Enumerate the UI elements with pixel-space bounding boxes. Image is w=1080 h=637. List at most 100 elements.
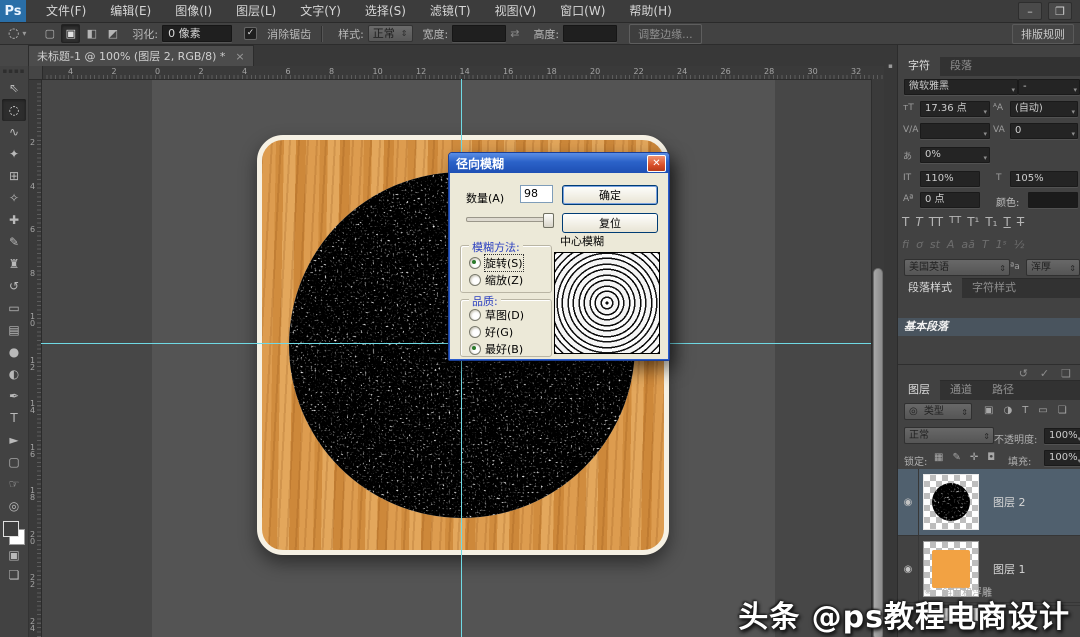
eyedropper-tool[interactable]: ✧ bbox=[2, 187, 26, 209]
apply-checkmark-icon[interactable]: ✓ bbox=[1040, 367, 1049, 380]
quality-best-option[interactable]: 最好(B) bbox=[469, 341, 523, 357]
horizontal-scale-input[interactable]: 105% bbox=[1010, 171, 1078, 187]
proportional-spacing-input[interactable]: 0%▾ bbox=[920, 147, 990, 163]
color-swatches[interactable] bbox=[3, 521, 25, 545]
layer-filter-select[interactable]: ◎ 类型 ⇕ bbox=[904, 403, 972, 420]
shape-tool[interactable]: ▢ bbox=[2, 451, 26, 473]
lock-transparent-icon[interactable]: ▦ bbox=[934, 452, 943, 463]
opentype-button-1[interactable]: ơ bbox=[916, 238, 923, 251]
radio-icon[interactable] bbox=[469, 309, 481, 321]
swap-dimensions-icon[interactable]: ⇄ bbox=[510, 27, 519, 40]
workspace-button[interactable]: 排版规则 bbox=[1012, 24, 1074, 44]
scrollbar-thumb[interactable] bbox=[873, 268, 883, 637]
tab-layers[interactable]: 图层 bbox=[898, 379, 940, 400]
blur-tool[interactable]: ● bbox=[2, 341, 26, 363]
reset-button[interactable]: 复位 bbox=[562, 213, 658, 233]
menu-item-2[interactable]: 图像(I) bbox=[163, 0, 224, 22]
opentype-button-2[interactable]: st bbox=[930, 238, 940, 251]
radio-icon[interactable] bbox=[469, 326, 481, 338]
blur-center-preview[interactable] bbox=[554, 252, 660, 354]
radio-selected-icon[interactable] bbox=[469, 257, 481, 269]
height-input[interactable] bbox=[563, 25, 617, 42]
menu-item-5[interactable]: 选择(S) bbox=[353, 0, 418, 22]
tab-character-styles[interactable]: 字符样式 bbox=[962, 277, 1026, 298]
add-selection-icon[interactable]: ▣ bbox=[61, 24, 80, 43]
gradient-tool[interactable]: ▤ bbox=[2, 319, 26, 341]
intersect-selection-icon[interactable]: ◩ bbox=[103, 24, 122, 43]
restore-button[interactable]: ❐ bbox=[1048, 2, 1072, 20]
opentype-button-5[interactable]: T bbox=[982, 238, 989, 251]
top-ruler[interactable]: 4202468101214161820222426283032 bbox=[28, 66, 884, 80]
font-style-select[interactable]: -▾ bbox=[1018, 79, 1080, 95]
type-style-button-3[interactable]: TT bbox=[949, 215, 961, 229]
dodge-tool[interactable]: ◐ bbox=[2, 363, 26, 385]
document-tab[interactable]: 未标题-1 @ 100% (图层 2, RGB/8) * × bbox=[28, 45, 254, 66]
type-style-button-2[interactable]: TT bbox=[929, 215, 943, 229]
tool-preset-picker[interactable]: ◌ ▾ bbox=[8, 26, 26, 41]
menu-item-7[interactable]: 视图(V) bbox=[483, 0, 549, 22]
leading-input[interactable]: (自动)▾ bbox=[1010, 101, 1078, 117]
method-zoom-option[interactable]: 缩放(Z) bbox=[469, 272, 523, 288]
brush-tool[interactable]: ✎ bbox=[2, 231, 26, 253]
type-style-button-6[interactable]: T bbox=[1003, 215, 1010, 229]
crop-tool[interactable]: ⊞ bbox=[2, 165, 26, 187]
healing-brush-tool[interactable]: ✚ bbox=[2, 209, 26, 231]
lock-all-icon[interactable]: ◘ bbox=[987, 452, 995, 463]
opentype-button-0[interactable]: fi bbox=[902, 238, 909, 251]
tracking-input[interactable]: 0▾ bbox=[1010, 123, 1078, 139]
opacity-input[interactable]: 100%▾ bbox=[1044, 428, 1080, 444]
blend-mode-select[interactable]: 正常⇕ bbox=[904, 427, 994, 444]
width-input[interactable] bbox=[452, 25, 506, 42]
pen-tool[interactable]: ✒ bbox=[2, 385, 26, 407]
path-selection-tool[interactable]: ► bbox=[2, 429, 26, 451]
radio-icon[interactable] bbox=[469, 274, 481, 286]
quality-draft-option[interactable]: 草图(D) bbox=[469, 307, 524, 323]
opentype-button-7[interactable]: ½ bbox=[1014, 238, 1025, 251]
ok-button[interactable]: 确定 bbox=[562, 185, 658, 205]
antialias-select[interactable]: 浑厚⇕ bbox=[1026, 259, 1080, 276]
new-style-icon[interactable]: ❏ bbox=[1061, 367, 1071, 380]
close-tab-icon[interactable]: × bbox=[235, 50, 244, 63]
opentype-button-3[interactable]: A bbox=[947, 238, 955, 251]
language-select[interactable]: 美国英语⇕ bbox=[904, 259, 1010, 276]
quick-selection-tool[interactable]: ✦ bbox=[2, 143, 26, 165]
panel-grip[interactable]: ▪▪▪▪ bbox=[3, 67, 26, 75]
history-brush-tool[interactable]: ↺ bbox=[2, 275, 26, 297]
lock-pixels-icon[interactable]: ✎ bbox=[952, 452, 960, 463]
pixel-layer-filter-icon[interactable]: ▣ bbox=[984, 405, 993, 416]
quality-good-option[interactable]: 好(G) bbox=[469, 324, 513, 340]
amount-input[interactable]: 98 bbox=[520, 185, 553, 203]
eraser-tool[interactable]: ▭ bbox=[2, 297, 26, 319]
adjustment-layer-filter-icon[interactable]: ◑ bbox=[1003, 405, 1012, 416]
menu-item-3[interactable]: 图层(L) bbox=[224, 0, 288, 22]
hand-tool[interactable]: ☞ bbox=[2, 473, 26, 495]
font-size-input[interactable]: 17.36 点▾ bbox=[920, 101, 990, 117]
dialog-title-bar[interactable]: 径向模糊 ✕ bbox=[449, 153, 669, 173]
refine-edge-button[interactable]: 调整边缘... bbox=[629, 24, 702, 44]
clone-stamp-tool[interactable]: ♜ bbox=[2, 253, 26, 275]
quick-mask-button[interactable]: ▣ bbox=[2, 545, 26, 565]
type-layer-filter-icon[interactable]: T bbox=[1022, 405, 1028, 416]
tab-channels[interactable]: 通道 bbox=[940, 379, 982, 400]
lock-position-icon[interactable]: ✛ bbox=[970, 452, 978, 463]
layer-name[interactable]: 图层 2 bbox=[993, 494, 1026, 510]
paragraph-style-item[interactable]: 基本段落 bbox=[898, 318, 1080, 336]
visibility-eye-icon[interactable]: ◉ bbox=[898, 469, 919, 535]
vertical-scale-input[interactable]: 110% bbox=[920, 171, 980, 187]
type-style-button-4[interactable]: T¹ bbox=[967, 215, 979, 229]
fill-input[interactable]: 100%▾ bbox=[1044, 450, 1080, 466]
collapse-panels-button[interactable]: ▪ bbox=[886, 62, 895, 71]
marquee-tool[interactable]: ◌ bbox=[2, 99, 26, 121]
feather-input[interactable]: 0 像素 bbox=[162, 25, 232, 42]
left-ruler[interactable]: 24681012141618202224 bbox=[28, 79, 42, 637]
shape-layer-filter-icon[interactable]: ▭ bbox=[1038, 405, 1047, 416]
slider-handle[interactable] bbox=[543, 213, 554, 228]
type-tool[interactable]: T bbox=[2, 407, 26, 429]
menu-item-8[interactable]: 窗口(W) bbox=[548, 0, 617, 22]
menu-item-4[interactable]: 文字(Y) bbox=[288, 0, 353, 22]
type-style-button-0[interactable]: T bbox=[902, 215, 909, 229]
tab-paragraph-styles[interactable]: 段落样式 bbox=[898, 277, 962, 298]
menu-item-6[interactable]: 滤镜(T) bbox=[418, 0, 483, 22]
radio-selected-icon[interactable] bbox=[469, 343, 481, 355]
opentype-button-4[interactable]: aā bbox=[961, 238, 974, 251]
